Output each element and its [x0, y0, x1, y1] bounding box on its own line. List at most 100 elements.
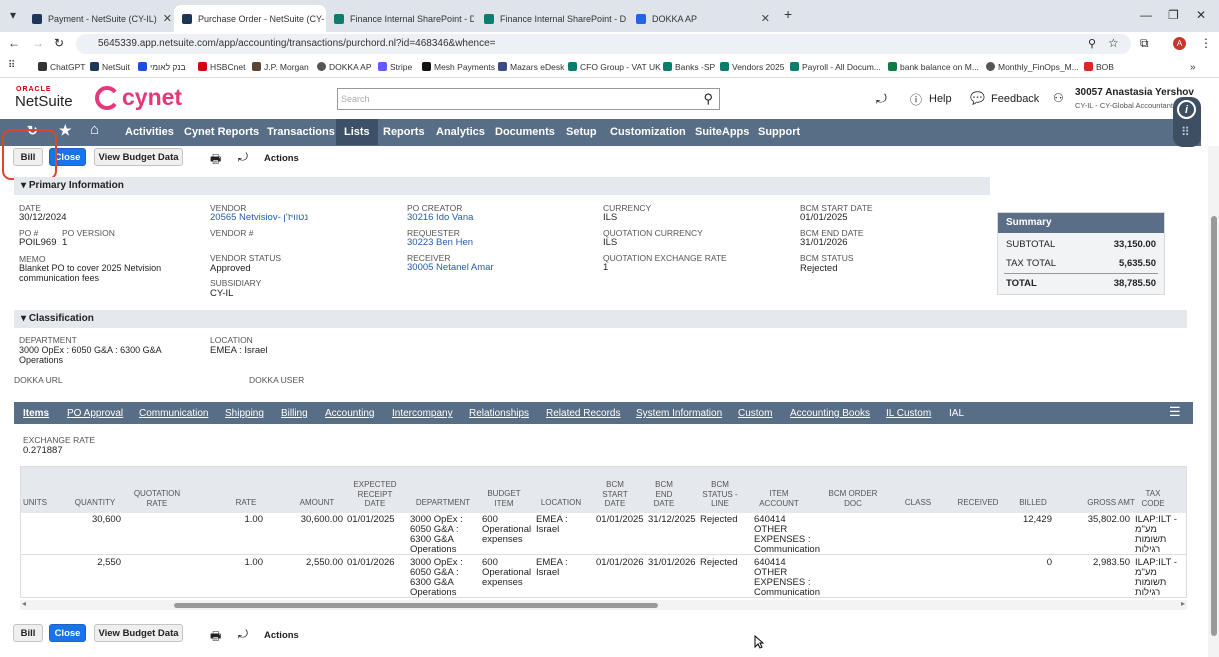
table-row[interactable]: 2,550 1.00 2,550.00 01/01/2026 3000 OpEx…: [21, 556, 1186, 598]
column-header[interactable]: BUDGET ITEM: [483, 489, 525, 508]
bookmark[interactable]: Mesh Payments: [422, 62, 495, 72]
subtab-custom[interactable]: Custom: [738, 408, 772, 419]
column-header[interactable]: CLASS: [901, 498, 935, 508]
nav-support[interactable]: Support: [758, 126, 800, 138]
subtab-communication[interactable]: Communication: [139, 408, 208, 419]
nav-setup[interactable]: Setup: [566, 126, 597, 138]
subtab-shipping[interactable]: Shipping: [225, 408, 264, 419]
apps-grid-icon[interactable]: ⠿: [8, 60, 15, 71]
bookmark[interactable]: Monthly_FinOps_M...: [986, 62, 1079, 72]
subtab-ial[interactable]: IAL: [949, 408, 964, 419]
nav-lists[interactable]: Lists: [336, 119, 378, 145]
vendor-link[interactable]: 20565 Netvisiov- נטוויז'ן: [210, 212, 308, 223]
nav-reports[interactable]: Reports: [383, 126, 425, 138]
close-window-icon[interactable]: ✕: [1196, 8, 1206, 22]
bill-button-bottom[interactable]: Bill: [13, 624, 43, 642]
browser-tab[interactable]: DOKKA AP ✕: [628, 5, 778, 32]
subtab-billing[interactable]: Billing: [281, 408, 308, 419]
column-header[interactable]: GROSS AMT: [1081, 498, 1141, 508]
new-tab-icon[interactable]: +: [784, 6, 792, 22]
bookmark[interactable]: BOB: [1084, 62, 1114, 72]
column-header[interactable]: EXPECTED RECEIPT DATE: [352, 480, 398, 509]
bookmark[interactable]: Mazars eDesk: [498, 62, 564, 72]
print-icon[interactable]: 🖶: [210, 627, 221, 648]
maximize-icon[interactable]: ❐: [1168, 8, 1179, 22]
bookmark[interactable]: ChatGPT: [38, 62, 85, 72]
subtab-system-information[interactable]: System Information: [636, 408, 722, 419]
tab-search-icon[interactable]: ▾: [10, 8, 16, 22]
nav-documents[interactable]: Documents: [495, 126, 555, 138]
column-header[interactable]: BCM START DATE: [596, 480, 634, 509]
column-header[interactable]: TAX CODE: [1139, 489, 1167, 508]
column-header[interactable]: ITEM ACCOUNT: [754, 489, 804, 508]
column-header[interactable]: LOCATION: [539, 498, 583, 508]
profile-avatar[interactable]: A: [1173, 37, 1186, 50]
browser-tab[interactable]: Finance Internal SharePoint - D✕: [326, 5, 474, 32]
print-icon[interactable]: 🖶: [210, 150, 221, 171]
actions-menu[interactable]: Actions: [264, 153, 299, 164]
classification-header[interactable]: ▾ Classification: [14, 310, 1187, 328]
bookmark[interactable]: Payroll - All Docum...: [790, 62, 881, 72]
column-header[interactable]: RECEIVED: [954, 498, 1002, 508]
bookmark[interactable]: J.P. Morgan: [252, 62, 309, 72]
subtab-related-records[interactable]: Related Records: [546, 408, 620, 419]
budget-item-link[interactable]: 600 Operational expenses: [482, 515, 531, 545]
home-icon[interactable]: ⌂: [90, 121, 99, 138]
help-link[interactable]: Help: [929, 93, 952, 105]
bookmark[interactable]: Stripe: [378, 62, 412, 72]
subtab-il-custom[interactable]: IL Custom: [886, 408, 931, 419]
receiver-link[interactable]: 30005 Netanel Amar: [407, 262, 494, 273]
subtab-intercompany[interactable]: Intercompany: [392, 408, 453, 419]
recent-records-icon[interactable]: ⤾: [876, 91, 887, 107]
browser-tab[interactable]: Finance Internal SharePoint - D✕: [476, 5, 626, 32]
column-header[interactable]: UNITS: [23, 498, 47, 508]
more-bookmarks-icon[interactable]: »: [1190, 62, 1196, 73]
column-header[interactable]: QUANTITY: [73, 498, 117, 508]
table-row[interactable]: 30,600 1.00 30,600.00 01/01/2025 3000 Op…: [21, 513, 1186, 555]
browser-menu-icon[interactable]: ⋮: [1200, 36, 1212, 50]
nav-cynet-reports[interactable]: Cynet Reports: [184, 126, 259, 138]
primary-information-header[interactable]: ▾ Primary Information: [14, 177, 990, 195]
back-icon[interactable]: ←: [8, 36, 20, 50]
subtab-accounting-books[interactable]: Accounting Books: [790, 408, 870, 419]
view-budget-data-button-bottom[interactable]: View Budget Data: [94, 624, 183, 642]
budget-item-link[interactable]: 600 Operational expenses: [482, 558, 531, 588]
scrollbar-thumb[interactable]: [1211, 216, 1217, 636]
bookmark[interactable]: DOKKA AP: [317, 62, 372, 72]
requester-link[interactable]: 30223 Ben Hen: [407, 237, 473, 248]
actions-menu-bottom[interactable]: Actions: [264, 630, 299, 641]
column-header[interactable]: DEPARTMENT: [415, 498, 471, 508]
browser-tab-active[interactable]: Purchase Order - NetSuite (CY-✕: [174, 5, 326, 32]
info-icon[interactable]: i: [1177, 100, 1196, 119]
close-tab-icon[interactable]: ✕: [761, 12, 770, 25]
nav-transactions[interactable]: Transactions: [267, 126, 335, 138]
favorites-star-icon[interactable]: ★: [59, 122, 72, 139]
view-budget-data-button[interactable]: View Budget Data: [94, 148, 183, 166]
refresh-icon[interactable]: ⤾: [238, 627, 248, 642]
forward-icon[interactable]: →: [32, 36, 44, 50]
role-switch-icon[interactable]: ⚇: [1053, 91, 1064, 105]
column-header[interactable]: BCM END DATE: [648, 480, 680, 509]
bookmark[interactable]: בנק לאומי: [138, 62, 186, 72]
subtab-relationships[interactable]: Relationships: [469, 408, 529, 419]
column-header[interactable]: RATE: [233, 498, 259, 508]
minimize-icon[interactable]: —: [1140, 8, 1152, 22]
close-tab-icon[interactable]: ✕: [163, 12, 172, 25]
search-icon[interactable]: ⚲: [703, 91, 713, 107]
assistant-widget[interactable]: i ⠿: [1173, 97, 1201, 147]
bookmark[interactable]: Vendors 2025: [720, 62, 784, 72]
scroll-right-icon[interactable]: ▸: [1181, 599, 1185, 608]
extensions-icon[interactable]: ⧉: [1140, 36, 1149, 51]
column-header[interactable]: QUOTATION RATE: [131, 489, 183, 508]
subtab-accounting[interactable]: Accounting: [325, 408, 374, 419]
bookmark[interactable]: NetSuit: [90, 62, 130, 72]
nav-suiteapps[interactable]: SuiteApps: [695, 126, 749, 138]
user-name[interactable]: 30057 Anastasia Yershov: [1075, 87, 1194, 98]
subtab-items[interactable]: Items: [23, 408, 49, 419]
nav-activities[interactable]: Activities: [125, 126, 174, 138]
grid-dots-icon[interactable]: ⠿: [1181, 125, 1190, 139]
refresh-icon[interactable]: ⤾: [238, 150, 248, 165]
help-icon[interactable]: ⓘ: [910, 91, 922, 108]
column-header[interactable]: BCM ORDER DOC: [821, 489, 885, 508]
zoom-icon[interactable]: ⚲: [1088, 37, 1096, 50]
